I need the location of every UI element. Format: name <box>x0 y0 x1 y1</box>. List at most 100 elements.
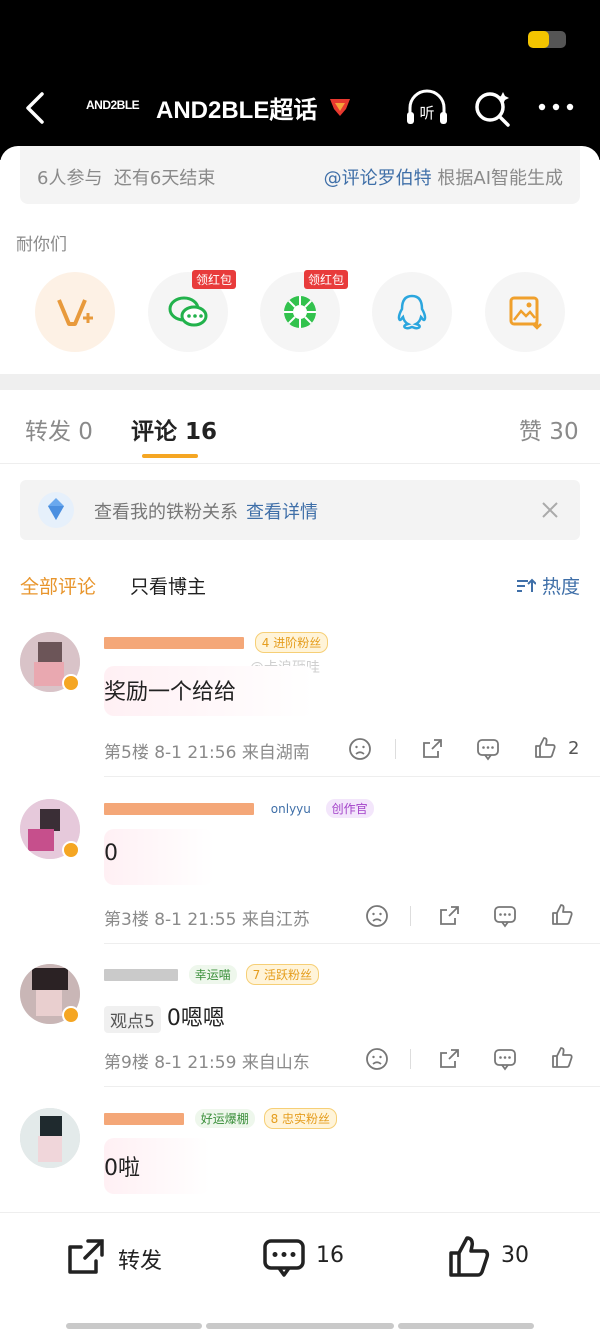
verified-badge <box>62 674 80 692</box>
home-indicator <box>398 1323 534 1329</box>
divider <box>104 1086 600 1087</box>
reply-icon[interactable] <box>476 737 500 761</box>
filter-author-only[interactable]: 只看博主 <box>130 572 206 599</box>
repost-icon <box>68 1239 104 1274</box>
super-topic-badge-icon[interactable] <box>326 95 354 119</box>
divider <box>104 943 600 944</box>
comment-bubble-decoration <box>104 829 214 885</box>
listen-icon[interactable]: 听 <box>404 86 450 128</box>
fan-relation-banner[interactable]: 查看我的铁粉关系 查看详情 <box>20 480 580 540</box>
dislike-icon[interactable] <box>348 737 372 761</box>
share-moments-button[interactable]: 领红包 <box>260 270 349 352</box>
comment-location: 来自湖南 <box>241 743 310 763</box>
bottom-comment-button[interactable]: 16 <box>262 1235 352 1283</box>
viewpoint-tag[interactable]: 观点5 <box>104 1005 161 1033</box>
comment-text: 奖励一个给给 <box>104 680 237 705</box>
avatar[interactable] <box>20 1108 80 1168</box>
comment-text: 0啦 <box>104 1156 140 1181</box>
username[interactable] <box>104 802 254 815</box>
like-icon[interactable] <box>550 903 574 927</box>
battery-indicator <box>528 31 566 48</box>
creator-badge: 创作官 <box>325 799 374 818</box>
comment-location: 来自山东 <box>241 1053 310 1073</box>
divider <box>104 776 600 777</box>
lucky-badge: 幸运喵 <box>188 965 237 984</box>
top-bar: AND2BLE AND2BLE超话 听 <box>0 0 600 160</box>
red-packet-badge: 领红包 <box>304 270 349 289</box>
time-left: 还有6天结束 <box>113 168 216 189</box>
dislike-icon[interactable] <box>365 1047 389 1071</box>
home-indicator <box>66 1323 202 1329</box>
username[interactable] <box>104 636 244 649</box>
search-icon[interactable] <box>472 88 512 128</box>
comment-text: 0嗯嗯 <box>166 1006 225 1031</box>
repost-icon[interactable] <box>420 737 444 761</box>
like-icon[interactable] <box>550 1046 574 1070</box>
participants-count: 6人参与 <box>37 168 103 189</box>
moments-icon <box>284 296 316 328</box>
lucky-badge: 好运爆棚 <box>194 1109 255 1128</box>
share-wechat-button[interactable]: 领红包 <box>148 270 237 352</box>
tab-bar: 转发 0 评论 16 赞 30 <box>0 390 600 464</box>
save-image-button[interactable] <box>485 272 565 352</box>
comment-time: 8-1 21:56 <box>154 743 237 763</box>
reply-icon[interactable] <box>493 904 517 928</box>
section-separator <box>0 374 600 390</box>
username[interactable] <box>104 1112 184 1125</box>
home-indicator <box>206 1323 394 1329</box>
page-title: AND2BLE超话 <box>156 97 318 124</box>
share-row: 领红包 领红包 <box>0 270 600 356</box>
bottom-repost-label: 转发 <box>118 1249 163 1274</box>
sort-button[interactable]: 热度 <box>516 572 580 599</box>
comment-floor: 第5楼 <box>104 743 149 763</box>
comment-floor: 第3楼 <box>104 910 149 930</box>
save-image-icon <box>509 296 542 330</box>
tab-comments[interactable]: 评论 16 <box>131 412 217 446</box>
back-arrow-icon[interactable] <box>20 90 50 126</box>
comment-floor: 第9楼 <box>104 1053 149 1073</box>
fan-banner-text: 查看我的铁粉关系 <box>94 502 238 523</box>
comment-time: 8-1 21:59 <box>154 1053 237 1073</box>
username[interactable] <box>104 968 178 981</box>
close-icon[interactable] <box>540 500 560 520</box>
ai-summary[interactable]: 6人参与 还有6天结束 @评论罗伯特 根据AI智能生成 <box>20 146 580 204</box>
comment-text: 0 <box>104 841 118 866</box>
bottom-like-button[interactable]: 30 <box>447 1235 537 1283</box>
like-icon <box>449 1236 490 1277</box>
like-icon[interactable] <box>533 736 557 760</box>
brand-logo: AND2BLE <box>86 98 140 112</box>
comment-filters: 全部评论 只看博主 热度 <box>0 566 600 606</box>
share-qq-button[interactable] <box>372 272 452 352</box>
nav-bar: AND2BLE AND2BLE超话 听 <box>0 80 600 136</box>
user-tag: onlyyu <box>270 801 311 816</box>
share-weibo-button[interactable] <box>35 272 115 352</box>
bottom-comment-count: 16 <box>316 1243 344 1268</box>
filter-all-comments[interactable]: 全部评论 <box>20 572 96 599</box>
bottom-like-count: 30 <box>501 1243 529 1268</box>
bottom-repost-button[interactable]: 转发 <box>64 1235 174 1283</box>
sort-icon <box>516 578 537 592</box>
share-label: 耐你们 <box>16 235 67 255</box>
comment-location: 来自江苏 <box>241 910 310 930</box>
tab-likes[interactable]: 赞 30 <box>519 412 579 446</box>
svg-text:听: 听 <box>419 104 434 122</box>
verified-badge <box>62 841 80 859</box>
repost-icon[interactable] <box>437 904 461 928</box>
share-sheet: 6人参与 还有6天结束 @评论罗伯特 根据AI智能生成 耐你们 领红包 领红包 <box>0 146 600 374</box>
reply-icon[interactable] <box>493 1047 517 1071</box>
weibo-v-plus-icon <box>57 299 93 326</box>
red-packet-badge: 领红包 <box>192 270 237 289</box>
fan-level-badge: 7 活跃粉丝 <box>245 964 320 985</box>
ai-mention-link[interactable]: @评论罗伯特 <box>324 168 432 189</box>
more-icon[interactable] <box>536 92 576 122</box>
verified-badge <box>62 1006 80 1024</box>
fan-level-badge: 4 进阶粉丝 <box>254 632 329 653</box>
diamond-icon <box>38 492 74 528</box>
tab-indicator <box>142 454 198 458</box>
ai-generated-note: 根据AI智能生成 <box>437 168 563 189</box>
like-count: 2 <box>568 738 580 759</box>
fan-banner-link[interactable]: 查看详情 <box>246 502 318 523</box>
tab-repost[interactable]: 转发 0 <box>25 412 93 446</box>
dislike-icon[interactable] <box>365 904 389 928</box>
repost-icon[interactable] <box>437 1047 461 1071</box>
